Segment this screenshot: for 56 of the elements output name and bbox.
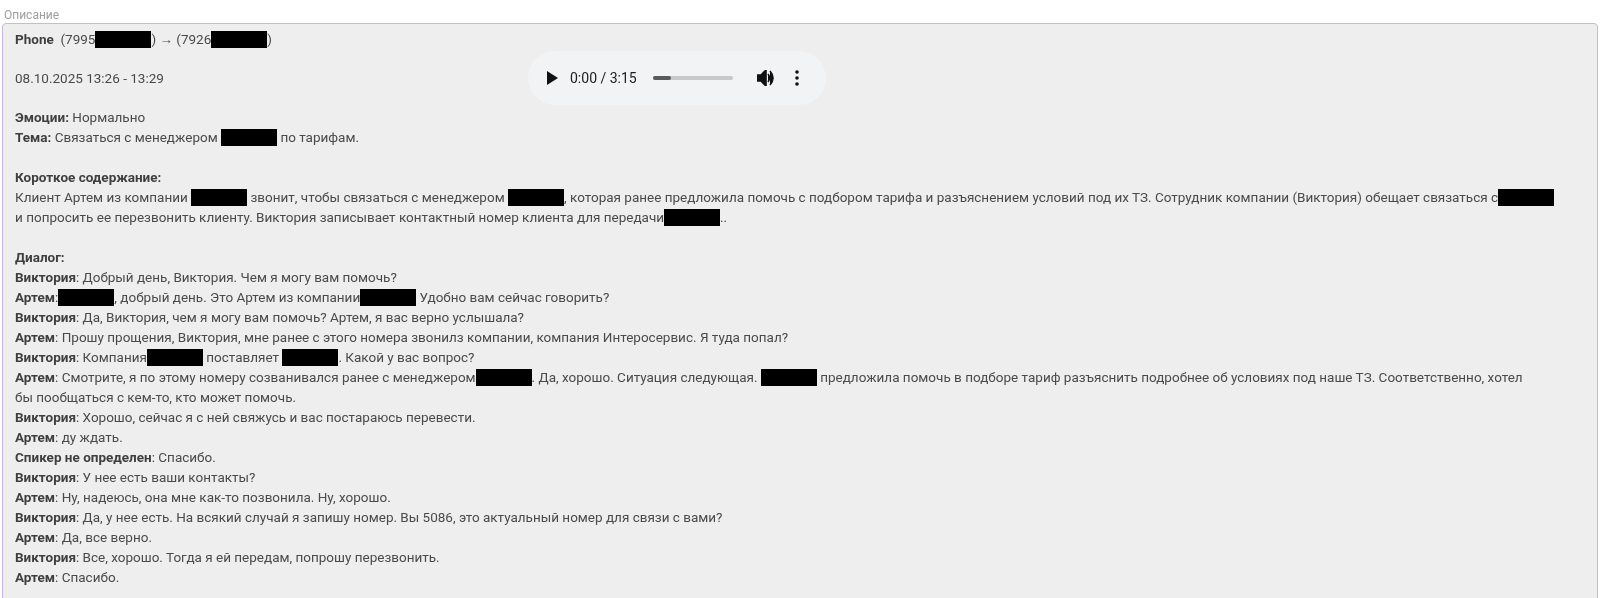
text: Тема: Связаться с менеджером [15, 129, 219, 145]
text: звонит, чтобы связаться с менеджером [249, 189, 506, 205]
call-date: 08.10.2025 13:26 - 13:29 [15, 70, 164, 86]
text: Виктория: У нее есть ваши контакты? [15, 469, 256, 485]
text: Виктория: Да, у нее есть. На всякий случай я запишу номер. Вы 5086, это актуальный номер для связи с вами? [15, 509, 723, 525]
audio-player[interactable]: 0:00 / 3:15 [528, 51, 826, 105]
redaction-bar [211, 31, 268, 48]
text: Артем: Ну, надеюсь, она мне как-то позвонила. Ну, хорошо. [15, 489, 391, 505]
text: и попросить ее перезвонить клиенту. Виктория записывает контактный номер клиента для передачи [15, 209, 665, 225]
section-title: Короткое содержание: [15, 169, 162, 185]
redaction-bar [191, 189, 248, 206]
more-icon[interactable] [794, 70, 799, 86]
text: Phone (7995 [15, 31, 96, 47]
text: . Да, хорошо. Ситуация следующая. [531, 369, 759, 385]
text: Клиент Артем из компании [15, 189, 189, 205]
play-icon[interactable] [546, 71, 558, 85]
text: Виктория: Компания [15, 349, 147, 365]
audio-time: 0:00 / 3:15 [570, 69, 637, 88]
text: Артем: [15, 289, 59, 305]
redaction-bar [1498, 189, 1555, 206]
text: Виктория: Да, Виктория, чем я могу вам помочь? Артем, я вас верно услышала? [15, 309, 524, 325]
text: Артем: Да, все верно. [15, 529, 152, 545]
text: , которая ранее предложила помочь с подбором тарифа и разъяснением условий под их ТЗ. Сотрудник компании (Виктория) обещает связаться с [564, 189, 1499, 205]
text: по тарифам. [279, 129, 360, 145]
progress-track[interactable] [652, 76, 733, 80]
text: .. [720, 209, 728, 225]
text: Спикер не определен: Спасибо. [15, 449, 216, 465]
section-title: Диалог: [15, 249, 65, 265]
text: Артем: ду ждать. [15, 429, 123, 445]
text: Артем: Спасибо. [15, 569, 120, 585]
text: Артем: Прошу прощения, Виктория, мне ранее с этого номера звонилз компании, компания Интеросервис. Я туда попал? [15, 329, 789, 345]
text: , добрый день. Это Артем из компании [114, 289, 361, 305]
field-label: Описание [4, 8, 60, 22]
redaction-bar [664, 209, 721, 226]
text: поставляет [205, 349, 281, 365]
redaction-bar [282, 349, 339, 366]
text: Виктория: Добрый день, Виктория. Чем я могу вам помочь? [15, 269, 397, 285]
redaction-bar [475, 369, 532, 386]
redaction-bar [508, 189, 564, 206]
text: предложила помочь в подборе тариф разъяснить подробнее об условиях под наше ТЗ. Соответственно, хотел [819, 369, 1523, 385]
redaction-bar [95, 31, 152, 48]
text: бы пообщаться с кем-то, кто может помочь. [15, 389, 297, 405]
text: Виктория: Все, хорошо. Тогда я ей передам, попрошу перезвонить. [15, 549, 440, 565]
volume-icon[interactable] [756, 70, 775, 86]
text: Эмоции: Нормально [15, 109, 146, 125]
redaction-bar [360, 289, 417, 306]
text: . Какой у вас вопрос? [338, 349, 475, 365]
redaction-bar [146, 349, 203, 366]
text: Виктория: Хорошо, сейчас я с ней свяжусь и вас постараюсь перевести. [15, 409, 476, 425]
text: Артем: Смотрите, я по этому номеру созванивался ранее с менеджером [15, 369, 476, 385]
redaction-bar [58, 289, 115, 306]
redaction-bar [221, 129, 278, 146]
text: ) → (7926 [151, 31, 212, 47]
text: ) [267, 31, 272, 47]
text: Удобно вам сейчас говорить? [418, 289, 610, 305]
redaction-bar [760, 369, 817, 386]
